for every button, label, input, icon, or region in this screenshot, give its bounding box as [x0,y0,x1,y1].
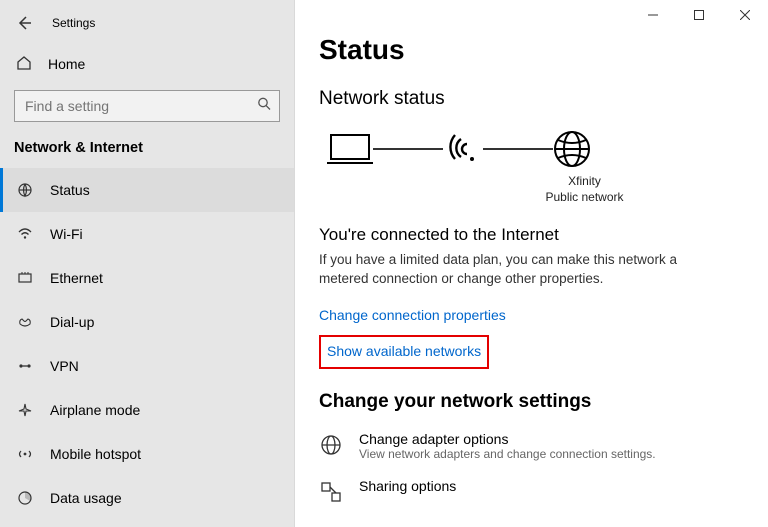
connected-heading: You're connected to the Internet [319,225,744,245]
wifi-type: Public network [425,190,744,206]
sidebar-item-ethernet[interactable]: Ethernet [0,256,294,300]
wifi-diagram-icon [441,129,485,169]
search-icon [256,96,272,117]
sidebar-item-datausage[interactable]: Data usage [0,476,294,520]
dialup-icon [16,314,34,330]
home-icon [16,55,32,74]
ethernet-icon [16,270,34,286]
main-pane: Status Network status Xfinity Public net… [295,0,768,527]
back-arrow-icon [16,15,32,31]
sidebar-item-label: Airplane mode [50,402,140,418]
search-input[interactable] [14,90,280,122]
maximize-button[interactable] [676,0,722,30]
settings-sidebar: Settings Home Network & Internet Status [0,0,295,527]
sharing-icon [319,478,345,509]
network-diagram [325,128,744,170]
wifi-icon [16,226,34,242]
change-settings-heading: Change your network settings [319,391,744,413]
adapter-title: Change adapter options [359,431,656,447]
adapter-sub: View network adapters and change connect… [359,447,656,461]
close-button[interactable] [722,0,768,30]
sidebar-item-label: Status [50,182,90,198]
home-nav[interactable]: Home [0,46,294,82]
change-adapter-options[interactable]: Change adapter options View network adap… [319,431,744,462]
sidebar-item-status[interactable]: Status [0,168,294,212]
status-icon [16,182,34,198]
sidebar-item-label: Mobile hotspot [50,446,141,462]
settings-search[interactable] [14,90,280,122]
sidebar-item-label: VPN [50,358,79,374]
home-label: Home [48,56,85,72]
back-button[interactable] [14,13,34,33]
globe-icon [551,128,593,170]
sidebar-item-label: Dial-up [50,314,94,330]
sidebar-item-label: Ethernet [50,270,103,286]
wifi-name: Xfinity [425,174,744,190]
wifi-caption: Xfinity Public network [425,174,744,205]
highlight-box: Show available networks [319,335,489,369]
sidebar-item-vpn[interactable]: VPN [0,344,294,388]
sidebar-item-dialup[interactable]: Dial-up [0,300,294,344]
datausage-icon [16,490,34,506]
sidebar-item-label: Wi-Fi [50,226,83,242]
minimize-button[interactable] [630,0,676,30]
window-controls [630,0,768,30]
sharing-options[interactable]: Sharing options [319,478,744,509]
titlebar-left: Settings [0,6,294,40]
change-connection-properties-link[interactable]: Change connection properties [319,307,744,323]
airplane-icon [16,402,34,418]
show-available-networks-link[interactable]: Show available networks [327,343,481,359]
network-status-heading: Network status [319,88,744,110]
sidebar-item-wifi[interactable]: Wi-Fi [0,212,294,256]
hotspot-icon [16,446,34,462]
computer-icon [325,129,375,169]
adapter-icon [319,431,345,462]
sidebar-nav: Status Wi-Fi Ethernet Dial-up VPN Airpla… [0,168,294,520]
sidebar-item-airplane[interactable]: Airplane mode [0,388,294,432]
sharing-title: Sharing options [359,478,456,494]
section-heading: Network & Internet [0,130,294,168]
vpn-icon [16,358,34,374]
sidebar-item-label: Data usage [50,490,122,506]
window-title: Settings [52,16,95,30]
sidebar-item-hotspot[interactable]: Mobile hotspot [0,432,294,476]
page-title: Status [319,34,744,66]
connected-description: If you have a limited data plan, you can… [319,251,709,289]
